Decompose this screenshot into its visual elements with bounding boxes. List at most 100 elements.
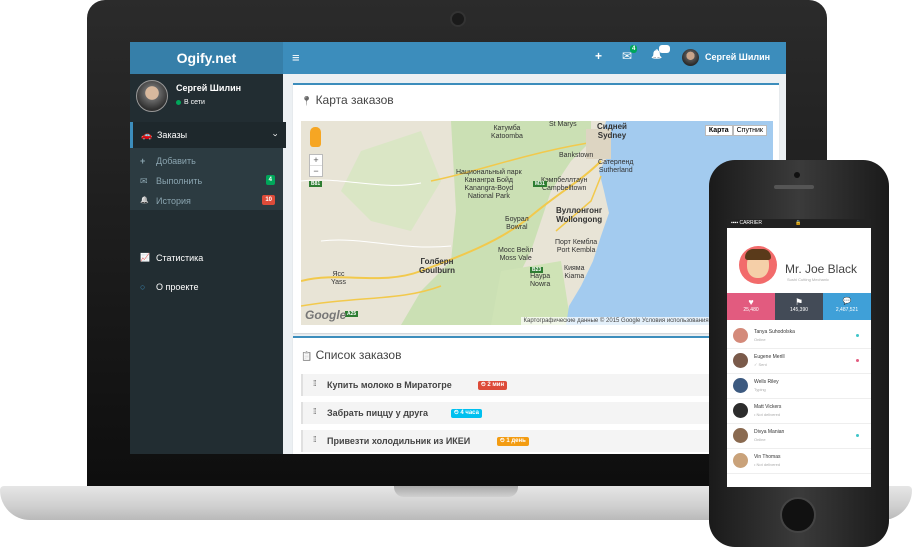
- contact-status: ✓ Sent: [754, 362, 767, 367]
- zoom-control: + −: [309, 154, 323, 177]
- task-text: Привезти холодильник из ИКЕИ: [327, 436, 471, 446]
- sidebar-item-orders[interactable]: 🚗 Заказы ‹: [130, 122, 286, 148]
- clipboard-icon: 📋: [301, 351, 313, 361]
- mail-icon[interactable]: ✉ 4: [622, 45, 638, 63]
- envelope-icon: ✉: [140, 176, 148, 186]
- map-label-nowra: Наура Nowra: [530, 273, 551, 288]
- contact-name: Vin Thomas: [754, 454, 781, 460]
- profile-avatar: [739, 246, 777, 284]
- sidebar-statistics-label: Статистика: [156, 253, 204, 263]
- map-label-goulburn: Голберн Goulburn: [419, 257, 455, 275]
- online-dot-icon: [856, 434, 859, 437]
- sidebar-item-execute[interactable]: ✉ Выполнить 4: [130, 172, 283, 190]
- map-label-campbelltown: Кэмпбеллтаун Campbelltown: [541, 177, 588, 192]
- sidebar-item-about[interactable]: ○ О проекте: [130, 277, 283, 297]
- main-content: 📍 Карта заказов + − Карта Спутник Катумб…: [293, 83, 779, 454]
- lock-icon: 🔒: [795, 220, 802, 226]
- carrier-label: ▪▪▪▪ CARRIER: [731, 220, 762, 226]
- profile-stats: ♥ 25,480 ⚑ 145,390 💬 2,487,521: [727, 293, 871, 320]
- street-view-pegman-icon[interactable]: [310, 127, 321, 147]
- drag-handle-icon[interactable]: ⁞⁞: [313, 407, 317, 416]
- menu-toggle-icon[interactable]: ≡: [292, 50, 300, 65]
- user-menu-name[interactable]: Сергей Шилин: [705, 52, 770, 62]
- contact-name: Eugene Merill: [754, 354, 785, 360]
- contact-avatar: [733, 428, 748, 443]
- phone-status-bar: ▪▪▪▪ CARRIER 🔒: [727, 219, 871, 228]
- map-label-port-kembla: Порт Кембла Port Kembla: [555, 239, 598, 254]
- sidebar-item-history[interactable]: 🔔 История 10: [130, 192, 283, 210]
- phone-home-button[interactable]: [780, 497, 816, 533]
- contact-row[interactable]: Eugene Merill ✓ Sent: [727, 349, 871, 374]
- app-logo[interactable]: Ogify.net: [130, 42, 283, 74]
- bell-icon: 🔔: [140, 197, 149, 204]
- drag-handle-icon[interactable]: ⁞⁞: [313, 435, 317, 444]
- zoom-out-button[interactable]: −: [310, 165, 322, 176]
- sidebar-user-name: Сергей Шилин: [176, 83, 242, 93]
- contact-row[interactable]: Matt Vickers • Not delivered: [727, 399, 871, 424]
- add-icon[interactable]: +: [595, 49, 602, 63]
- messages-stat[interactable]: 💬 2,487,521: [823, 293, 871, 320]
- bell-icon[interactable]: 🔔 30: [651, 45, 670, 60]
- zoom-in-button[interactable]: +: [310, 155, 322, 165]
- contact-row[interactable]: Vin Thomas • Not delivered: [727, 449, 871, 474]
- map-type-satellite-button[interactable]: Спутник: [732, 125, 767, 136]
- sidebar-item-add[interactable]: + Добавить: [130, 152, 283, 170]
- status-dot-icon: [856, 359, 859, 362]
- map-type-map-button[interactable]: Карта: [704, 125, 733, 136]
- profile-name: Mr. Joe Black: [785, 262, 858, 276]
- car-icon: 🚗: [141, 130, 153, 140]
- map-label-bowral: Боурал Bowral: [505, 216, 529, 231]
- likes-stat[interactable]: ♥ 25,480: [727, 293, 775, 320]
- user-panel: Сергей Шилин В сети: [130, 74, 283, 116]
- profile-header: Mr. Joe Black Sushi Cutting Mechanic: [727, 228, 871, 292]
- sidebar-execute-label: Выполнить: [156, 176, 203, 186]
- map-label-wollongong: Вуллонгонг Wollongong: [556, 206, 603, 224]
- contact-status: • Not delivered: [754, 462, 781, 467]
- task-row[interactable]: ⁞⁞ Забрать пиццу у друга ⏲ 4 часа: [301, 402, 775, 424]
- contact-name: Divya Manian: [754, 429, 785, 435]
- contact-status: Typing: [754, 387, 766, 392]
- orders-map[interactable]: + − Карта Спутник Катумба Katoomba St Mar…: [301, 121, 773, 325]
- task-row[interactable]: ⁞⁞ Купить молоко в Миратогре ⏲ 2 мин: [301, 374, 775, 396]
- contact-row[interactable]: Divya Manian Online: [727, 424, 871, 449]
- circle-icon: ○: [140, 282, 146, 292]
- map-label-kiama: Кияма Kiama: [564, 265, 585, 280]
- mail-count-badge: 4: [630, 45, 638, 53]
- phone-screen: ▪▪▪▪ CARRIER 🔒 Mr. Joe Black Sushi Cutti…: [727, 219, 871, 487]
- map-title-text: Карта заказов: [315, 93, 394, 107]
- map-label-sutherland: Сатерленд Sutherland: [598, 159, 634, 174]
- orders-list-box: 📋 Список заказов ⁞⁞ Купить молоко в Мира…: [293, 336, 779, 454]
- map-box-title: 📍 Карта заказов: [301, 93, 394, 107]
- chat-icon: 💬: [842, 298, 852, 305]
- flags-count: 145,390: [789, 307, 809, 313]
- contact-row[interactable]: Wells Riley Typing: [727, 374, 871, 399]
- online-dot-icon: [856, 334, 859, 337]
- chart-icon: 📈: [140, 253, 150, 262]
- top-navbar: Ogify.net ≡ + ✉ 4 🔔 30 Сергей Шилин: [130, 42, 786, 74]
- task-time-badge: ⏲ 4 часа: [451, 409, 482, 418]
- user-avatar[interactable]: [682, 49, 699, 66]
- contact-row[interactable]: Tanya Suhodolska Online: [727, 324, 871, 349]
- drag-handle-icon[interactable]: ⁞⁞: [313, 379, 317, 388]
- map-label-yass: Ясс Yass: [331, 271, 347, 286]
- profile-subtitle: Sushi Cutting Mechanic: [787, 277, 830, 282]
- laptop-notch: [394, 486, 518, 497]
- flag-icon: ⚑: [794, 297, 804, 307]
- history-count-badge: 10: [262, 195, 275, 205]
- sidebar-item-statistics[interactable]: 📈 Статистика: [130, 248, 283, 268]
- map-label-saint-marys: St Marys: [549, 121, 577, 128]
- online-status: В сети: [176, 99, 205, 106]
- google-logo: Google: [305, 308, 347, 322]
- contact-name: Wells Riley: [754, 379, 779, 385]
- orders-submenu: + Добавить ✉ Выполнить 4 🔔 История 10: [130, 148, 283, 210]
- likes-count: 25,480: [743, 307, 759, 313]
- task-row[interactable]: ⁞⁞ Привезти холодильник из ИКЕИ ⏲ 1 день: [301, 430, 775, 452]
- online-dot-icon: [176, 99, 181, 105]
- road-sign-b81: B81: [309, 181, 323, 187]
- sidebar-history-label: История: [156, 196, 191, 206]
- flags-stat[interactable]: ⚑ 145,390: [775, 293, 823, 320]
- contact-status: Online: [754, 337, 766, 342]
- map-terrain: [301, 121, 773, 325]
- orders-list-title: 📋 Список заказов: [301, 348, 401, 362]
- sidebar-orders-label: Заказы: [157, 130, 188, 140]
